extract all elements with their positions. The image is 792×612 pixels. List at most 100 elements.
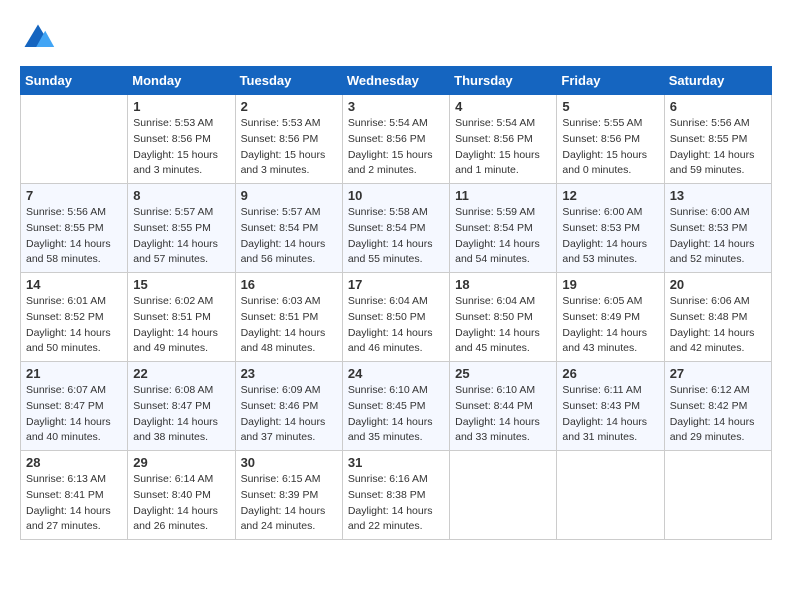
- day-cell: 8Sunrise: 5:57 AMSunset: 8:55 PMDaylight…: [128, 184, 235, 273]
- day-cell: 29 Sunrise: 6:14 AMSunset: 8:40 PMDayligh…: [128, 451, 235, 540]
- day-info: Sunrise: 6:10 AMSunset: 8:44 PMDaylight:…: [455, 383, 551, 446]
- day-cell: 31 Sunrise: 6:16 AMSunset: 8:38 PMDayligh…: [342, 451, 449, 540]
- calendar-body: 1 Sunrise: 5:53 AMSunset: 8:56 PMDaylight…: [21, 95, 772, 540]
- day-cell: 17 Sunrise: 6:04 AMSunset: 8:50 PMDayligh…: [342, 273, 449, 362]
- day-number: 17: [348, 277, 444, 292]
- day-cell: 2 Sunrise: 5:53 AMSunset: 8:56 PMDaylight…: [235, 95, 342, 184]
- day-cell: 19Sunrise: 6:05 AMSunset: 8:49 PMDayligh…: [557, 273, 664, 362]
- week-row-1: 1 Sunrise: 5:53 AMSunset: 8:56 PMDaylight…: [21, 95, 772, 184]
- day-cell: 1Sunrise: 5:53 AMSunset: 8:56 PMDaylight…: [128, 95, 235, 184]
- week-row-3: 14 Sunrise: 6:01 AMSunset: 8:52 PMDayligh…: [21, 273, 772, 362]
- day-info: Sunrise: 6:06 AMSunset: 8:48 PMDaylight:…: [670, 294, 766, 357]
- day-info: Sunrise: 6:00 AMSunset: 8:53 PMDaylight:…: [562, 205, 658, 268]
- day-cell: [664, 451, 771, 540]
- day-number: 11: [455, 188, 551, 203]
- weekday-header-thursday: Thursday: [450, 67, 557, 95]
- day-number: 1: [133, 99, 229, 114]
- day-number: 24: [348, 366, 444, 381]
- day-number: 13: [670, 188, 766, 203]
- day-number: 15: [133, 277, 229, 292]
- day-number: 18: [455, 277, 551, 292]
- day-cell: 5Sunrise: 5:55 AMSunset: 8:56 PMDaylight…: [557, 95, 664, 184]
- weekday-header-monday: Monday: [128, 67, 235, 95]
- day-cell: 28 Sunrise: 6:13 AMSunset: 8:41 PMDayligh…: [21, 451, 128, 540]
- day-info: Sunrise: 6:04 AMSunset: 8:50 PMDaylight:…: [455, 294, 551, 357]
- day-info: Sunrise: 6:03 AMSunset: 8:51 PMDaylight:…: [241, 294, 337, 357]
- day-cell: 7 Sunrise: 5:56 AMSunset: 8:55 PMDaylight…: [21, 184, 128, 273]
- logo: [20, 20, 62, 56]
- day-cell: 21 Sunrise: 6:07 AMSunset: 8:47 PMDayligh…: [21, 362, 128, 451]
- logo-icon: [20, 20, 56, 56]
- day-number: 7: [26, 188, 122, 203]
- day-info: Sunrise: 6:13 AMSunset: 8:41 PMDaylight:…: [26, 472, 122, 535]
- day-number: 6: [670, 99, 766, 114]
- calendar-header: SundayMondayTuesdayWednesdayThursdayFrid…: [21, 67, 772, 95]
- day-info: Sunrise: 6:09 AMSunset: 8:46 PMDaylight:…: [241, 383, 337, 446]
- day-info: Sunrise: 6:04 AMSunset: 8:50 PMDaylight:…: [348, 294, 444, 357]
- day-number: 22: [133, 366, 229, 381]
- week-row-5: 28 Sunrise: 6:13 AMSunset: 8:41 PMDayligh…: [21, 451, 772, 540]
- day-cell: 23 Sunrise: 6:09 AMSunset: 8:46 PMDayligh…: [235, 362, 342, 451]
- day-number: 10: [348, 188, 444, 203]
- day-cell: 3 Sunrise: 5:54 AMSunset: 8:56 PMDaylight…: [342, 95, 449, 184]
- day-cell: 18 Sunrise: 6:04 AMSunset: 8:50 PMDayligh…: [450, 273, 557, 362]
- day-number: 28: [26, 455, 122, 470]
- day-number: 2: [241, 99, 337, 114]
- day-number: 20: [670, 277, 766, 292]
- day-cell: 16 Sunrise: 6:03 AMSunset: 8:51 PMDayligh…: [235, 273, 342, 362]
- day-cell: 4 Sunrise: 5:54 AMSunset: 8:56 PMDaylight…: [450, 95, 557, 184]
- weekday-header-wednesday: Wednesday: [342, 67, 449, 95]
- day-cell: 11Sunrise: 5:59 AMSunset: 8:54 PMDayligh…: [450, 184, 557, 273]
- day-number: 31: [348, 455, 444, 470]
- day-cell: 10 Sunrise: 5:58 AMSunset: 8:54 PMDayligh…: [342, 184, 449, 273]
- day-cell: 30Sunrise: 6:15 AMSunset: 8:39 PMDayligh…: [235, 451, 342, 540]
- day-number: 30: [241, 455, 337, 470]
- calendar-table: SundayMondayTuesdayWednesdayThursdayFrid…: [20, 66, 772, 540]
- day-number: 23: [241, 366, 337, 381]
- page-header: [20, 20, 772, 56]
- day-cell: 27Sunrise: 6:12 AMSunset: 8:42 PMDayligh…: [664, 362, 771, 451]
- day-cell: 22 Sunrise: 6:08 AMSunset: 8:47 PMDayligh…: [128, 362, 235, 451]
- weekday-header-saturday: Saturday: [664, 67, 771, 95]
- day-info: Sunrise: 6:01 AMSunset: 8:52 PMDaylight:…: [26, 294, 122, 357]
- weekday-header-row: SundayMondayTuesdayWednesdayThursdayFrid…: [21, 67, 772, 95]
- day-cell: [21, 95, 128, 184]
- day-cell: [450, 451, 557, 540]
- day-info: Sunrise: 6:11 AMSunset: 8:43 PMDaylight:…: [562, 383, 658, 446]
- day-cell: 20 Sunrise: 6:06 AMSunset: 8:48 PMDayligh…: [664, 273, 771, 362]
- day-cell: [557, 451, 664, 540]
- day-info: Sunrise: 6:14 AMSunset: 8:40 PMDaylight:…: [133, 472, 229, 535]
- day-cell: 25 Sunrise: 6:10 AMSunset: 8:44 PMDayligh…: [450, 362, 557, 451]
- day-cell: 12Sunrise: 6:00 AMSunset: 8:53 PMDayligh…: [557, 184, 664, 273]
- day-number: 14: [26, 277, 122, 292]
- day-info: Sunrise: 6:08 AMSunset: 8:47 PMDaylight:…: [133, 383, 229, 446]
- week-row-4: 21 Sunrise: 6:07 AMSunset: 8:47 PMDayligh…: [21, 362, 772, 451]
- day-number: 25: [455, 366, 551, 381]
- day-info: Sunrise: 5:53 AMSunset: 8:56 PMDaylight:…: [241, 116, 337, 179]
- day-info: Sunrise: 5:57 AMSunset: 8:54 PMDaylight:…: [241, 205, 337, 268]
- day-info: Sunrise: 5:56 AMSunset: 8:55 PMDaylight:…: [670, 116, 766, 179]
- day-number: 16: [241, 277, 337, 292]
- day-info: Sunrise: 5:58 AMSunset: 8:54 PMDaylight:…: [348, 205, 444, 268]
- day-cell: 24Sunrise: 6:10 AMSunset: 8:45 PMDayligh…: [342, 362, 449, 451]
- day-number: 8: [133, 188, 229, 203]
- day-number: 21: [26, 366, 122, 381]
- day-number: 4: [455, 99, 551, 114]
- day-info: Sunrise: 5:56 AMSunset: 8:55 PMDaylight:…: [26, 205, 122, 268]
- weekday-header-friday: Friday: [557, 67, 664, 95]
- day-info: Sunrise: 5:55 AMSunset: 8:56 PMDaylight:…: [562, 116, 658, 179]
- day-cell: 15 Sunrise: 6:02 AMSunset: 8:51 PMDayligh…: [128, 273, 235, 362]
- day-cell: 13 Sunrise: 6:00 AMSunset: 8:53 PMDayligh…: [664, 184, 771, 273]
- day-number: 26: [562, 366, 658, 381]
- day-info: Sunrise: 6:00 AMSunset: 8:53 PMDaylight:…: [670, 205, 766, 268]
- day-info: Sunrise: 6:16 AMSunset: 8:38 PMDaylight:…: [348, 472, 444, 535]
- day-number: 3: [348, 99, 444, 114]
- day-number: 27: [670, 366, 766, 381]
- day-info: Sunrise: 6:02 AMSunset: 8:51 PMDaylight:…: [133, 294, 229, 357]
- day-info: Sunrise: 5:54 AMSunset: 8:56 PMDaylight:…: [455, 116, 551, 179]
- day-info: Sunrise: 6:05 AMSunset: 8:49 PMDaylight:…: [562, 294, 658, 357]
- day-cell: 6 Sunrise: 5:56 AMSunset: 8:55 PMDaylight…: [664, 95, 771, 184]
- day-number: 29: [133, 455, 229, 470]
- day-info: Sunrise: 5:54 AMSunset: 8:56 PMDaylight:…: [348, 116, 444, 179]
- day-info: Sunrise: 6:07 AMSunset: 8:47 PMDaylight:…: [26, 383, 122, 446]
